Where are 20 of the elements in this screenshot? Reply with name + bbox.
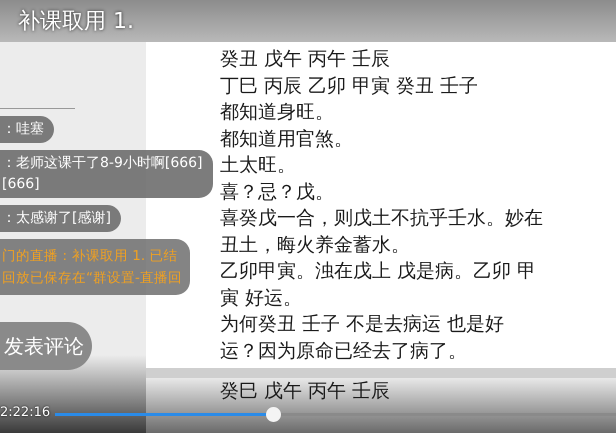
document-text-line: 癸巳 戊午 丙午 壬辰 xyxy=(220,379,390,404)
document-text-line: 喜癸戊一合，则戊土不抗乎壬水。妙在 xyxy=(220,206,544,231)
document-text-line: 为何癸丑 壬子 不是去病运 也是好 xyxy=(220,312,506,337)
comment-button[interactable]: 发表评论 xyxy=(0,322,92,370)
document-text-line: 土太旺。 xyxy=(220,153,297,178)
document-text-line: 都知道身旺。 xyxy=(220,100,335,125)
document-text-line: 癸丑 戊午 丙午 壬辰 xyxy=(220,47,392,72)
document-text-line: 寅 好运。 xyxy=(220,286,304,310)
document-text-line: 丁巳 丙辰 乙卯 甲寅 癸丑 壬子 xyxy=(220,74,480,98)
video-title: 补课取用 1. xyxy=(18,8,134,36)
document-text-line: 丑土，晦火养金蓄水。 xyxy=(220,232,411,258)
playback-time: 2:22:16 xyxy=(0,405,50,420)
system-message: 门的直播：补课取用 1. 已结 回放已保存在“群设置-直播回 xyxy=(0,239,190,295)
document-text-line: 喜？忌？戊。 xyxy=(220,180,335,204)
chat-message: ：哇塞 xyxy=(0,116,54,143)
chat-message: ：太感谢了[感谢] xyxy=(0,205,121,232)
document-text-line: 乙卯甲寅。浊在戊上 戊是病。乙卯 甲 xyxy=(220,259,538,284)
document-text-line: 都知道用官煞。 xyxy=(220,126,354,152)
chat-message: ：老师这课干了8-9小时啊[666] [666] xyxy=(0,150,213,198)
document-text-line: 运？因为原命已经去了病了。 xyxy=(220,338,468,364)
